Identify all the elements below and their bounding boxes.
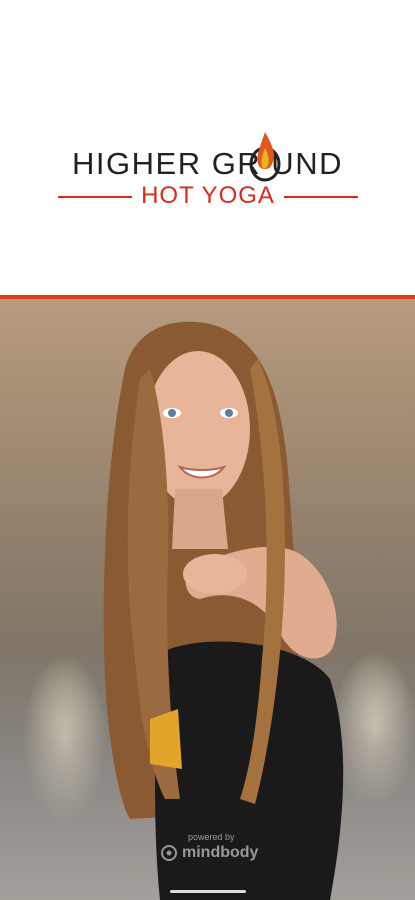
powered-by-watermark: powered by mindbody [160, 830, 280, 870]
mindbody-brand-label: mindbody [182, 844, 259, 861]
logo-subtitle: HOT YOGA [141, 182, 275, 209]
logo-title: HIGHER GR UND [72, 146, 343, 181]
hero-photo [0, 299, 415, 900]
splash-header: HIGHER GR UND HOT YOGA [0, 0, 415, 295]
mindbody-logo-icon [161, 845, 177, 861]
logo-rule-left [58, 196, 132, 198]
flame-icon [249, 132, 281, 182]
powered-by-label: powered by [188, 832, 235, 842]
yoga-instructor-figure [103, 321, 344, 900]
logo-rule-right [284, 196, 358, 198]
brand-logo: HIGHER GR UND HOT YOGA [0, 118, 415, 218]
home-indicator[interactable] [170, 890, 246, 893]
logo-subtitle-row: HOT YOGA [58, 182, 358, 212]
